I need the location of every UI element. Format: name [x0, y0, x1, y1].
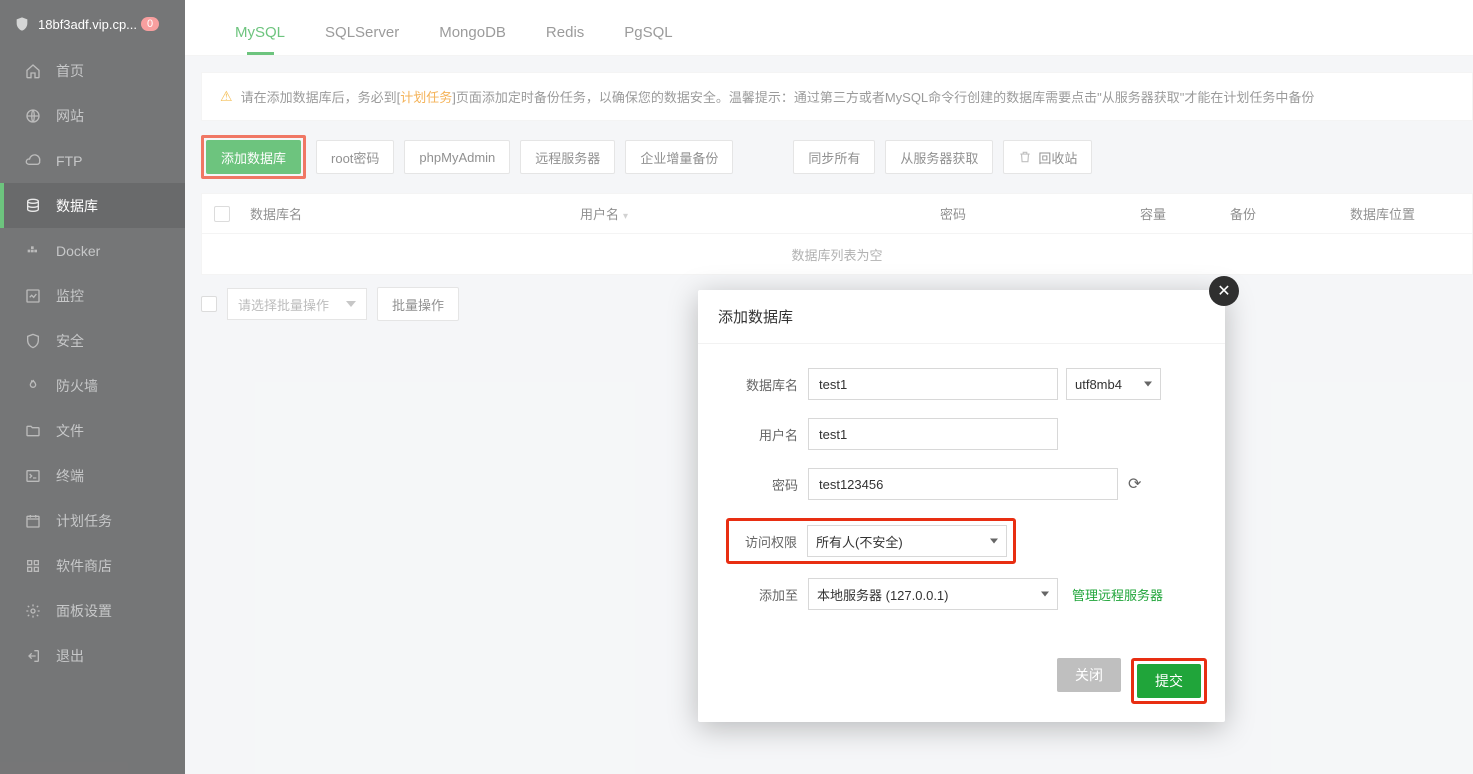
add-database-modal: ✕ 添加数据库 数据库名 utf8mb4 用户名 密码 ⟳ 访问权限 所有人(不…: [698, 290, 1225, 722]
input-username[interactable]: [808, 418, 1058, 450]
select-access[interactable]: 所有人(不安全): [807, 525, 1007, 557]
label-password: 密码: [726, 475, 808, 494]
modal-cancel-button[interactable]: 关闭: [1057, 658, 1121, 692]
label-access: 访问权限: [729, 532, 807, 551]
label-username: 用户名: [726, 425, 808, 444]
row-addto: 添加至 本地服务器 (127.0.0.1) 管理远程服务器: [726, 578, 1197, 610]
label-dbname: 数据库名: [726, 375, 808, 394]
modal-submit-button[interactable]: 提交: [1137, 664, 1201, 698]
modal-body: 数据库名 utf8mb4 用户名 密码 ⟳ 访问权限 所有人(不安全) 添加至 …: [698, 344, 1225, 642]
modal-footer: 关闭 提交: [698, 642, 1225, 722]
row-username: 用户名: [726, 418, 1197, 450]
row-dbname: 数据库名 utf8mb4: [726, 368, 1197, 400]
highlight-submit: 提交: [1131, 658, 1207, 704]
input-password[interactable]: [808, 468, 1118, 500]
regen-password-icon[interactable]: ⟳: [1128, 474, 1141, 494]
modal-title: 添加数据库: [698, 290, 1225, 344]
manage-remote-link[interactable]: 管理远程服务器: [1072, 585, 1163, 604]
row-access: 访问权限 所有人(不安全): [726, 518, 1197, 564]
close-icon: ✕: [1217, 281, 1230, 301]
label-addto: 添加至: [726, 585, 808, 604]
select-server[interactable]: 本地服务器 (127.0.0.1): [808, 578, 1058, 610]
input-dbname[interactable]: [808, 368, 1058, 400]
select-charset[interactable]: utf8mb4: [1066, 368, 1161, 400]
modal-close-button[interactable]: ✕: [1209, 276, 1239, 306]
highlight-access: 访问权限 所有人(不安全): [726, 518, 1016, 564]
row-password: 密码 ⟳: [726, 468, 1197, 500]
